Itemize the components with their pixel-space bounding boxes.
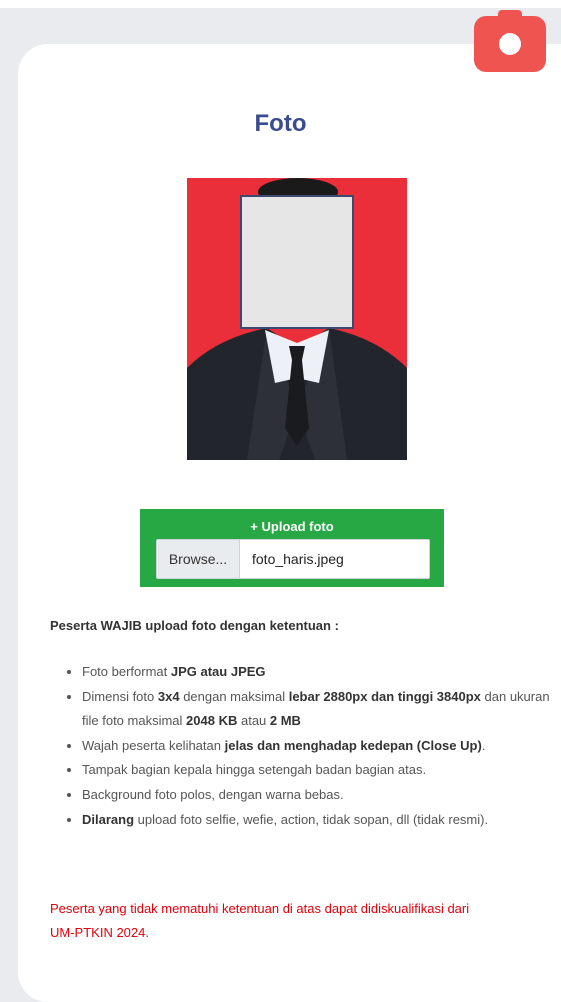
requirement-format: Foto berformat JPG atau JPEG xyxy=(82,660,552,685)
uploaded-photo-preview xyxy=(187,178,407,460)
disqualification-warning: Peserta yang tidak mematuhi ketentuan di… xyxy=(50,901,470,940)
camera-button[interactable] xyxy=(474,10,546,72)
requirements-list: Foto berformat JPG atau JPEG Dimensi fot… xyxy=(66,660,552,832)
requirement-dimension: Dimensi foto 3x4 dengan maksimal lebar 2… xyxy=(82,685,552,734)
camera-icon-top xyxy=(498,10,522,20)
top-strip xyxy=(0,0,561,8)
page-title: Foto xyxy=(254,110,307,137)
requirements-heading: Peserta WAJIB upload foto dengan ketentu… xyxy=(50,618,339,633)
upload-photo-panel: + Upload foto Browse... foto_haris.jpeg xyxy=(140,509,444,587)
plus-icon: + xyxy=(250,519,258,534)
upload-photo-label: + Upload foto xyxy=(140,519,444,534)
file-input[interactable]: Browse... foto_haris.jpeg xyxy=(156,539,430,579)
selected-file-name: foto_haris.jpeg xyxy=(252,551,344,567)
browse-button[interactable]: Browse... xyxy=(157,540,240,578)
upload-photo-text: Upload foto xyxy=(261,519,334,534)
requirement-framing: Tampak bagian kepala hingga setengah bad… xyxy=(82,758,552,783)
requirement-prohibited: Dilarang upload foto selfie, wefie, acti… xyxy=(82,808,552,833)
camera-icon xyxy=(499,33,521,55)
face-mask xyxy=(240,195,354,329)
requirement-background: Background foto polos, dengan warna beba… xyxy=(82,783,552,808)
photo-illustration xyxy=(187,178,407,460)
requirement-face: Wajah peserta kelihatan jelas dan mengha… xyxy=(82,734,552,759)
